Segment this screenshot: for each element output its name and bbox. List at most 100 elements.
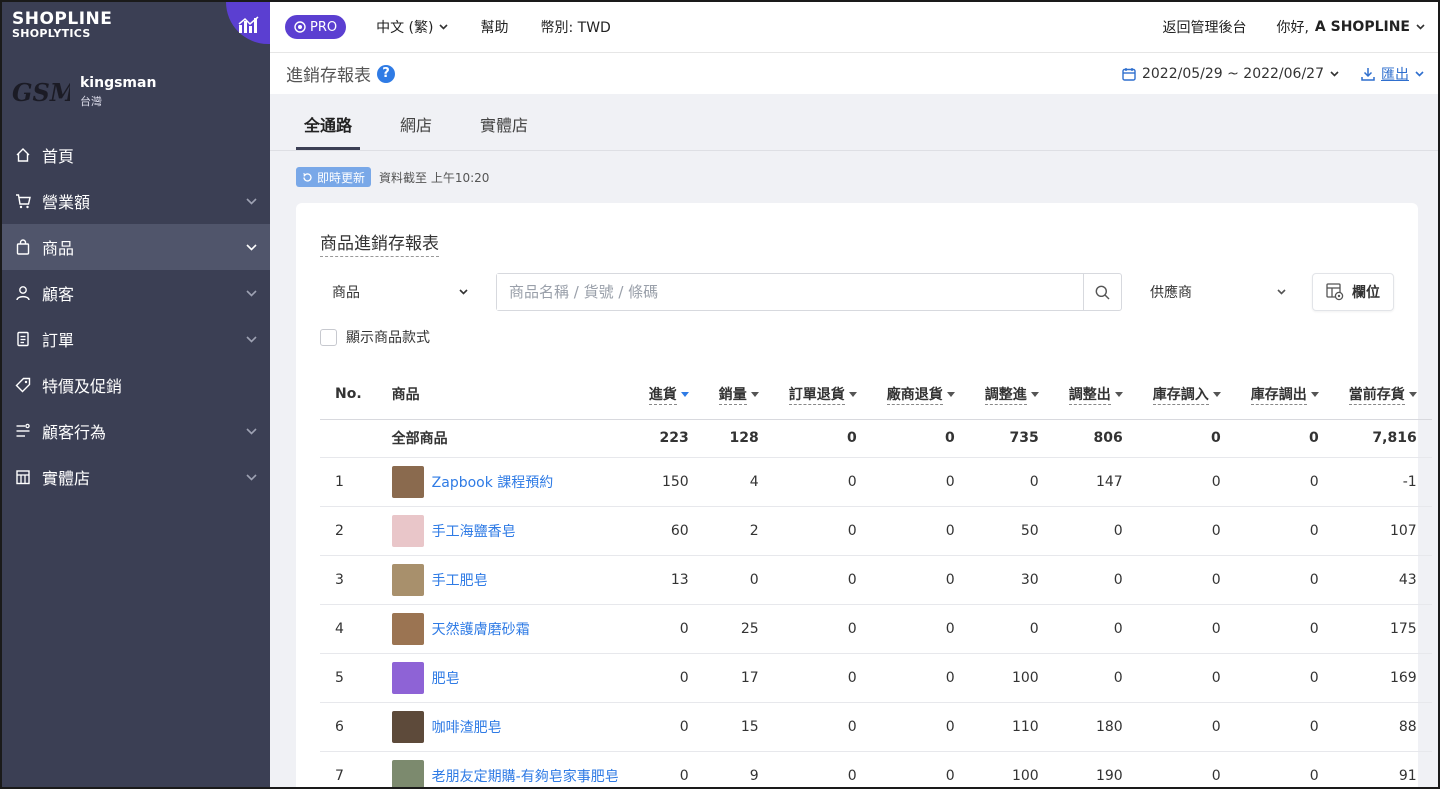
cell-sales: 0 [703,555,774,605]
export-button[interactable]: 匯出 [1361,64,1424,84]
person-icon [14,284,32,302]
brand[interactable]: SHOPLINE SHOPLYTICS [2,2,270,52]
total-current-stock: 7,816 [1333,419,1432,458]
chevron-down-icon [244,424,258,438]
sidebar-item-1[interactable]: 營業額 [2,178,270,224]
product-link[interactable]: 手工海鹽香皂 [432,521,516,541]
tab-all-channels[interactable]: 全通路 [296,94,361,150]
brand-title: SHOPLINE [12,9,113,29]
product-link[interactable]: 天然護膚磨砂霜 [432,619,530,639]
total-transfer-in: 0 [1137,419,1236,458]
cell-sales: 25 [703,604,774,654]
product-link[interactable]: Zapbook 課程預約 [432,472,554,492]
total-transfer-out: 0 [1235,419,1334,458]
channel-tabs: 全通路 網店 實體店 [270,94,1438,151]
cell-purchase: 0 [633,653,704,703]
cell-adjust-out: 0 [1053,555,1138,605]
live-update-badge[interactable]: 即時更新 [296,167,372,187]
cell-purchase: 0 [633,751,704,787]
table-row: 4 天然護膚磨砂霜 0 25 0 0 0 0 0 0 175 [320,604,1432,654]
sidebar-item-label: 特價及促銷 [42,377,123,396]
date-range-picker[interactable]: 2022/05/29 ~ 2022/06/27 [1122,66,1339,82]
sidebar-item-0[interactable]: 首頁 [2,132,270,178]
tab-retail-store[interactable]: 實體店 [472,94,536,150]
sidebar-item-4[interactable]: 訂單 [2,316,270,362]
cell-current-stock: 175 [1333,604,1432,654]
show-variants-toggle[interactable]: 顯示商品款式 [320,327,1394,347]
filter-type-value: 商品 [332,285,360,301]
pro-badge[interactable]: PRO [285,15,347,39]
col-purchase[interactable]: 進貨 [633,369,704,420]
sidebar-item-5[interactable]: 特價及促銷 [2,362,270,408]
product-link[interactable]: 老朋友定期購-有夠皂家事肥皂 [432,766,619,786]
cell-purchase: 150 [633,457,704,507]
cell-adjust-in: 100 [969,653,1054,703]
show-variants-checkbox[interactable] [320,328,337,346]
sidebar-item-label: 實體店 [42,469,91,488]
sidebar-item-label: 商品 [42,239,75,258]
product-thumbnail[interactable] [391,759,424,787]
cell-current-stock: 107 [1333,506,1432,556]
col-current-stock[interactable]: 當前存貨 [1333,369,1432,420]
cell-current-stock: -1 [1333,457,1432,507]
currency-label: 幣別: TWD [540,20,611,36]
cell-order-return: 0 [773,604,872,654]
sidebar-item-2[interactable]: 商品 [2,224,270,270]
col-order-return[interactable]: 訂單退貨 [773,369,872,420]
cell-current-stock: 169 [1333,653,1432,703]
table-row: 5 肥皂 0 17 0 0 100 0 0 0 169 [320,653,1432,703]
cell-adjust-out: 147 [1053,457,1138,507]
search-button[interactable] [1083,274,1121,310]
sort-icon [1408,392,1417,398]
tag-icon [14,376,32,394]
question-icon[interactable]: ? [377,64,395,83]
col-transfer-in[interactable]: 庫存調入 [1137,369,1236,420]
supplier-select[interactable]: 供應商 [1138,273,1298,311]
col-vendor-return[interactable]: 廠商退貨 [871,369,970,420]
cell-vendor-return: 0 [871,555,970,605]
help-link[interactable]: 幫助 [480,17,508,37]
table-row: 7 老朋友定期購-有夠皂家事肥皂 0 9 0 0 100 190 0 0 91 [320,751,1432,787]
filter-type-select[interactable]: 商品 [320,273,480,311]
product-thumbnail[interactable] [391,612,424,645]
sidebar-nav: 首頁 營業額商品顧客訂單特價及促銷顧客行為實體店 [2,132,270,500]
sort-desc-icon [680,392,689,398]
page-header-actions: 2022/05/29 ~ 2022/06/27 匯出 [1122,64,1424,84]
sidebar-item-label: 訂單 [42,331,75,350]
total-order-return: 0 [773,419,872,458]
columns-button[interactable]: 欄位 [1312,273,1394,311]
cell-transfer-out: 0 [1235,653,1334,703]
sort-icon [1212,392,1221,398]
sort-icon [946,392,955,398]
col-adjust-in[interactable]: 調整進 [969,369,1054,420]
product-thumbnail[interactable] [391,710,424,743]
account-menu[interactable]: 你好, A SHOPLINE [1276,17,1425,37]
product-thumbnail[interactable] [391,465,424,498]
product-link[interactable]: 肥皂 [432,668,460,688]
cell-transfer-out: 0 [1235,751,1334,787]
sidebar-item-7[interactable]: 實體店 [2,454,270,500]
cell-current-stock: 91 [1333,751,1432,787]
back-to-admin-link[interactable]: 返回管理後台 [1162,17,1246,37]
cell-transfer-in: 0 [1137,751,1236,787]
chevron-down-icon [1330,70,1339,77]
product-thumbnail[interactable] [391,563,424,596]
col-sales[interactable]: 銷量 [703,369,774,420]
col-adjust-out[interactable]: 調整出 [1053,369,1138,420]
cell-adjust-in: 110 [969,702,1054,752]
sidebar-item-3[interactable]: 顧客 [2,270,270,316]
cell-sales: 2 [703,506,774,556]
language-select[interactable]: 中文 (繁) [376,17,449,37]
table-row: 3 手工肥皂 13 0 0 0 30 0 0 0 43 [320,555,1432,605]
cell-vendor-return: 0 [871,702,970,752]
product-thumbnail[interactable] [391,514,424,547]
product-link[interactable]: 咖啡渣肥皂 [432,717,502,737]
sidebar-item-6[interactable]: 顧客行為 [2,408,270,454]
row-no: 7 [320,751,377,787]
col-transfer-out[interactable]: 庫存調出 [1235,369,1334,420]
search-input[interactable] [497,274,1083,310]
product-thumbnail[interactable] [391,661,424,694]
product-link[interactable]: 手工肥皂 [432,570,488,590]
table-row: 2 手工海鹽香皂 60 2 0 0 50 0 0 0 107 [320,506,1432,556]
tab-online-store[interactable]: 網店 [392,94,440,150]
